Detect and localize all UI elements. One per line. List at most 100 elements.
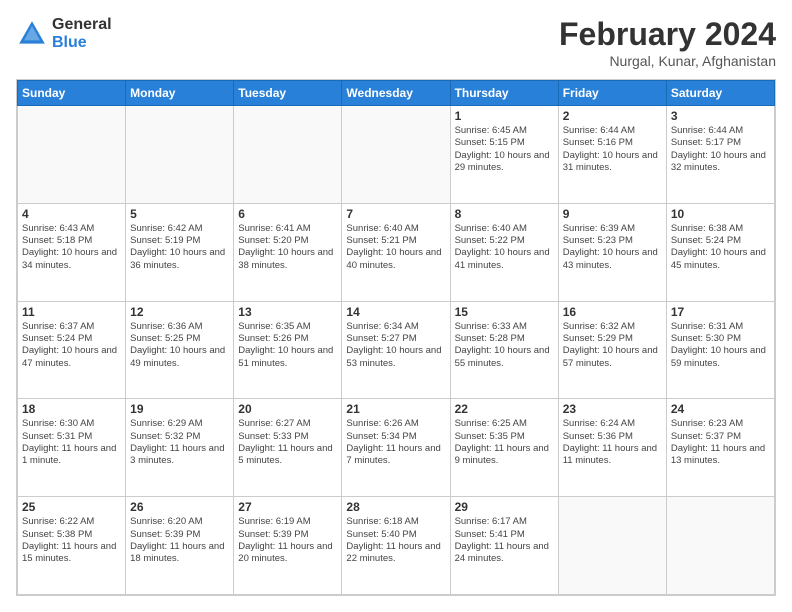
day-number: 8 [455,207,554,221]
day-number: 18 [22,402,121,416]
day-number: 9 [563,207,662,221]
calendar-body: 1 Sunrise: 6:45 AM Sunset: 5:15 PM Daylig… [18,106,775,595]
day-info: Sunrise: 6:33 AM Sunset: 5:28 PM Dayligh… [455,321,554,370]
calendar-day-cell: 11Sunrise: 6:37 AM Sunset: 5:24 PM Dayli… [18,301,126,399]
page: General Blue February 2024 Nurgal, Kunar… [0,0,792,612]
calendar-day-cell: 10Sunrise: 6:38 AM Sunset: 5:24 PM Dayli… [666,203,774,301]
day-number: 12 [130,305,229,319]
calendar-day-cell: 19 Sunrise: 6:29 AM Sunset: 5:32 PM Dayli… [126,399,234,497]
calendar-day-cell: 14 Sunrise: 6:34 AM Sunset: 5:27 PM Dayli… [342,301,450,399]
calendar-day-cell [342,106,450,204]
calendar-day-cell: 21 Sunrise: 6:26 AM Sunset: 5:34 PM Dayli… [342,399,450,497]
day-number: 19 [130,402,229,416]
logo-general: General [52,16,112,34]
day-info: Sunrise: 6:40 AM Sunset: 5:22 PM Dayligh… [455,223,554,272]
calendar-day-cell: 8 Sunrise: 6:40 AM Sunset: 5:22 PM Daylig… [450,203,558,301]
day-info: Sunrise: 6:32 AM Sunset: 5:29 PM Dayligh… [563,321,662,370]
calendar-day-cell: 1 Sunrise: 6:45 AM Sunset: 5:15 PM Daylig… [450,106,558,204]
calendar-day-cell: 3 Sunrise: 6:44 AM Sunset: 5:17 PM Daylig… [666,106,774,204]
calendar-day-cell: 18 Sunrise: 6:30 AM Sunset: 5:31 PM Dayli… [18,399,126,497]
calendar-week-row: 4Sunrise: 6:43 AM Sunset: 5:18 PM Daylig… [18,203,775,301]
day-info: Sunrise: 6:44 AM Sunset: 5:16 PM Dayligh… [563,125,662,174]
day-info: Sunrise: 6:26 AM Sunset: 5:34 PM Dayligh… [346,418,445,467]
day-info: Sunrise: 6:41 AM Sunset: 5:20 PM Dayligh… [238,223,337,272]
day-info: Sunrise: 6:38 AM Sunset: 5:24 PM Dayligh… [671,223,770,272]
day-info: Sunrise: 6:24 AM Sunset: 5:36 PM Dayligh… [563,418,662,467]
day-info: Sunrise: 6:40 AM Sunset: 5:21 PM Dayligh… [346,223,445,272]
logo-blue: Blue [52,34,112,52]
day-info: Sunrise: 6:22 AM Sunset: 5:38 PM Dayligh… [22,516,121,565]
day-number: 7 [346,207,445,221]
calendar-week-row: 1 Sunrise: 6:45 AM Sunset: 5:15 PM Daylig… [18,106,775,204]
calendar-day-cell: 27Sunrise: 6:19 AM Sunset: 5:39 PM Dayli… [234,497,342,595]
day-of-week-header: Monday [126,81,234,106]
day-of-week-header: Tuesday [234,81,342,106]
day-info: Sunrise: 6:42 AM Sunset: 5:19 PM Dayligh… [130,223,229,272]
day-info: Sunrise: 6:43 AM Sunset: 5:18 PM Dayligh… [22,223,121,272]
day-number: 5 [130,207,229,221]
calendar-day-cell: 26Sunrise: 6:20 AM Sunset: 5:39 PM Dayli… [126,497,234,595]
title-block: February 2024 Nurgal, Kunar, Afghanistan [559,16,776,69]
day-number: 3 [671,109,770,123]
day-number: 22 [455,402,554,416]
day-number: 26 [130,500,229,514]
day-number: 1 [455,109,554,123]
calendar-day-cell: 2 Sunrise: 6:44 AM Sunset: 5:16 PM Daylig… [558,106,666,204]
day-number: 6 [238,207,337,221]
calendar-day-cell: 20 Sunrise: 6:27 AM Sunset: 5:33 PM Dayli… [234,399,342,497]
day-info: Sunrise: 6:44 AM Sunset: 5:17 PM Dayligh… [671,125,770,174]
day-number: 21 [346,402,445,416]
day-number: 2 [563,109,662,123]
calendar-day-cell: 23 Sunrise: 6:24 AM Sunset: 5:36 PM Dayli… [558,399,666,497]
day-number: 23 [563,402,662,416]
day-info: Sunrise: 6:31 AM Sunset: 5:30 PM Dayligh… [671,321,770,370]
day-info: Sunrise: 6:39 AM Sunset: 5:23 PM Dayligh… [563,223,662,272]
calendar-day-cell: 28 Sunrise: 6:18 AM Sunset: 5:40 PM Dayli… [342,497,450,595]
day-info: Sunrise: 6:36 AM Sunset: 5:25 PM Dayligh… [130,321,229,370]
day-of-week-header: Sunday [18,81,126,106]
calendar-day-cell [126,106,234,204]
day-info: Sunrise: 6:27 AM Sunset: 5:33 PM Dayligh… [238,418,337,467]
day-of-week-header: Friday [558,81,666,106]
calendar-day-cell [558,497,666,595]
day-of-week-header: Thursday [450,81,558,106]
day-number: 17 [671,305,770,319]
calendar-week-row: 11Sunrise: 6:37 AM Sunset: 5:24 PM Dayli… [18,301,775,399]
calendar-day-cell: 6 Sunrise: 6:41 AM Sunset: 5:20 PM Daylig… [234,203,342,301]
header: General Blue February 2024 Nurgal, Kunar… [16,16,776,69]
calendar-day-cell [666,497,774,595]
calendar-day-cell: 24Sunrise: 6:23 AM Sunset: 5:37 PM Dayli… [666,399,774,497]
day-info: Sunrise: 6:17 AM Sunset: 5:41 PM Dayligh… [455,516,554,565]
calendar-day-cell: 4Sunrise: 6:43 AM Sunset: 5:18 PM Daylig… [18,203,126,301]
day-info: Sunrise: 6:30 AM Sunset: 5:31 PM Dayligh… [22,418,121,467]
calendar-day-cell: 16Sunrise: 6:32 AM Sunset: 5:29 PM Dayli… [558,301,666,399]
day-info: Sunrise: 6:35 AM Sunset: 5:26 PM Dayligh… [238,321,337,370]
logo: General Blue [16,16,112,51]
day-number: 11 [22,305,121,319]
day-info: Sunrise: 6:45 AM Sunset: 5:15 PM Dayligh… [455,125,554,174]
day-info: Sunrise: 6:25 AM Sunset: 5:35 PM Dayligh… [455,418,554,467]
calendar-day-cell [234,106,342,204]
logo-icon [16,18,48,50]
day-info: Sunrise: 6:29 AM Sunset: 5:32 PM Dayligh… [130,418,229,467]
calendar-week-row: 25 Sunrise: 6:22 AM Sunset: 5:38 PM Dayli… [18,497,775,595]
calendar-day-cell: 12 Sunrise: 6:36 AM Sunset: 5:25 PM Dayli… [126,301,234,399]
day-number: 25 [22,500,121,514]
logo-text: General Blue [52,16,112,51]
day-info: Sunrise: 6:19 AM Sunset: 5:39 PM Dayligh… [238,516,337,565]
calendar-week-row: 18 Sunrise: 6:30 AM Sunset: 5:31 PM Dayli… [18,399,775,497]
day-number: 28 [346,500,445,514]
days-header-row: SundayMondayTuesdayWednesdayThursdayFrid… [18,81,775,106]
calendar-day-cell: 25 Sunrise: 6:22 AM Sunset: 5:38 PM Dayli… [18,497,126,595]
day-number: 24 [671,402,770,416]
day-number: 14 [346,305,445,319]
calendar-day-cell: 5 Sunrise: 6:42 AM Sunset: 5:19 PM Daylig… [126,203,234,301]
day-number: 20 [238,402,337,416]
calendar-day-cell: 17 Sunrise: 6:31 AM Sunset: 5:30 PM Dayli… [666,301,774,399]
calendar: SundayMondayTuesdayWednesdayThursdayFrid… [16,79,776,596]
day-number: 29 [455,500,554,514]
day-number: 15 [455,305,554,319]
day-info: Sunrise: 6:34 AM Sunset: 5:27 PM Dayligh… [346,321,445,370]
day-info: Sunrise: 6:18 AM Sunset: 5:40 PM Dayligh… [346,516,445,565]
month-year: February 2024 [559,16,776,53]
